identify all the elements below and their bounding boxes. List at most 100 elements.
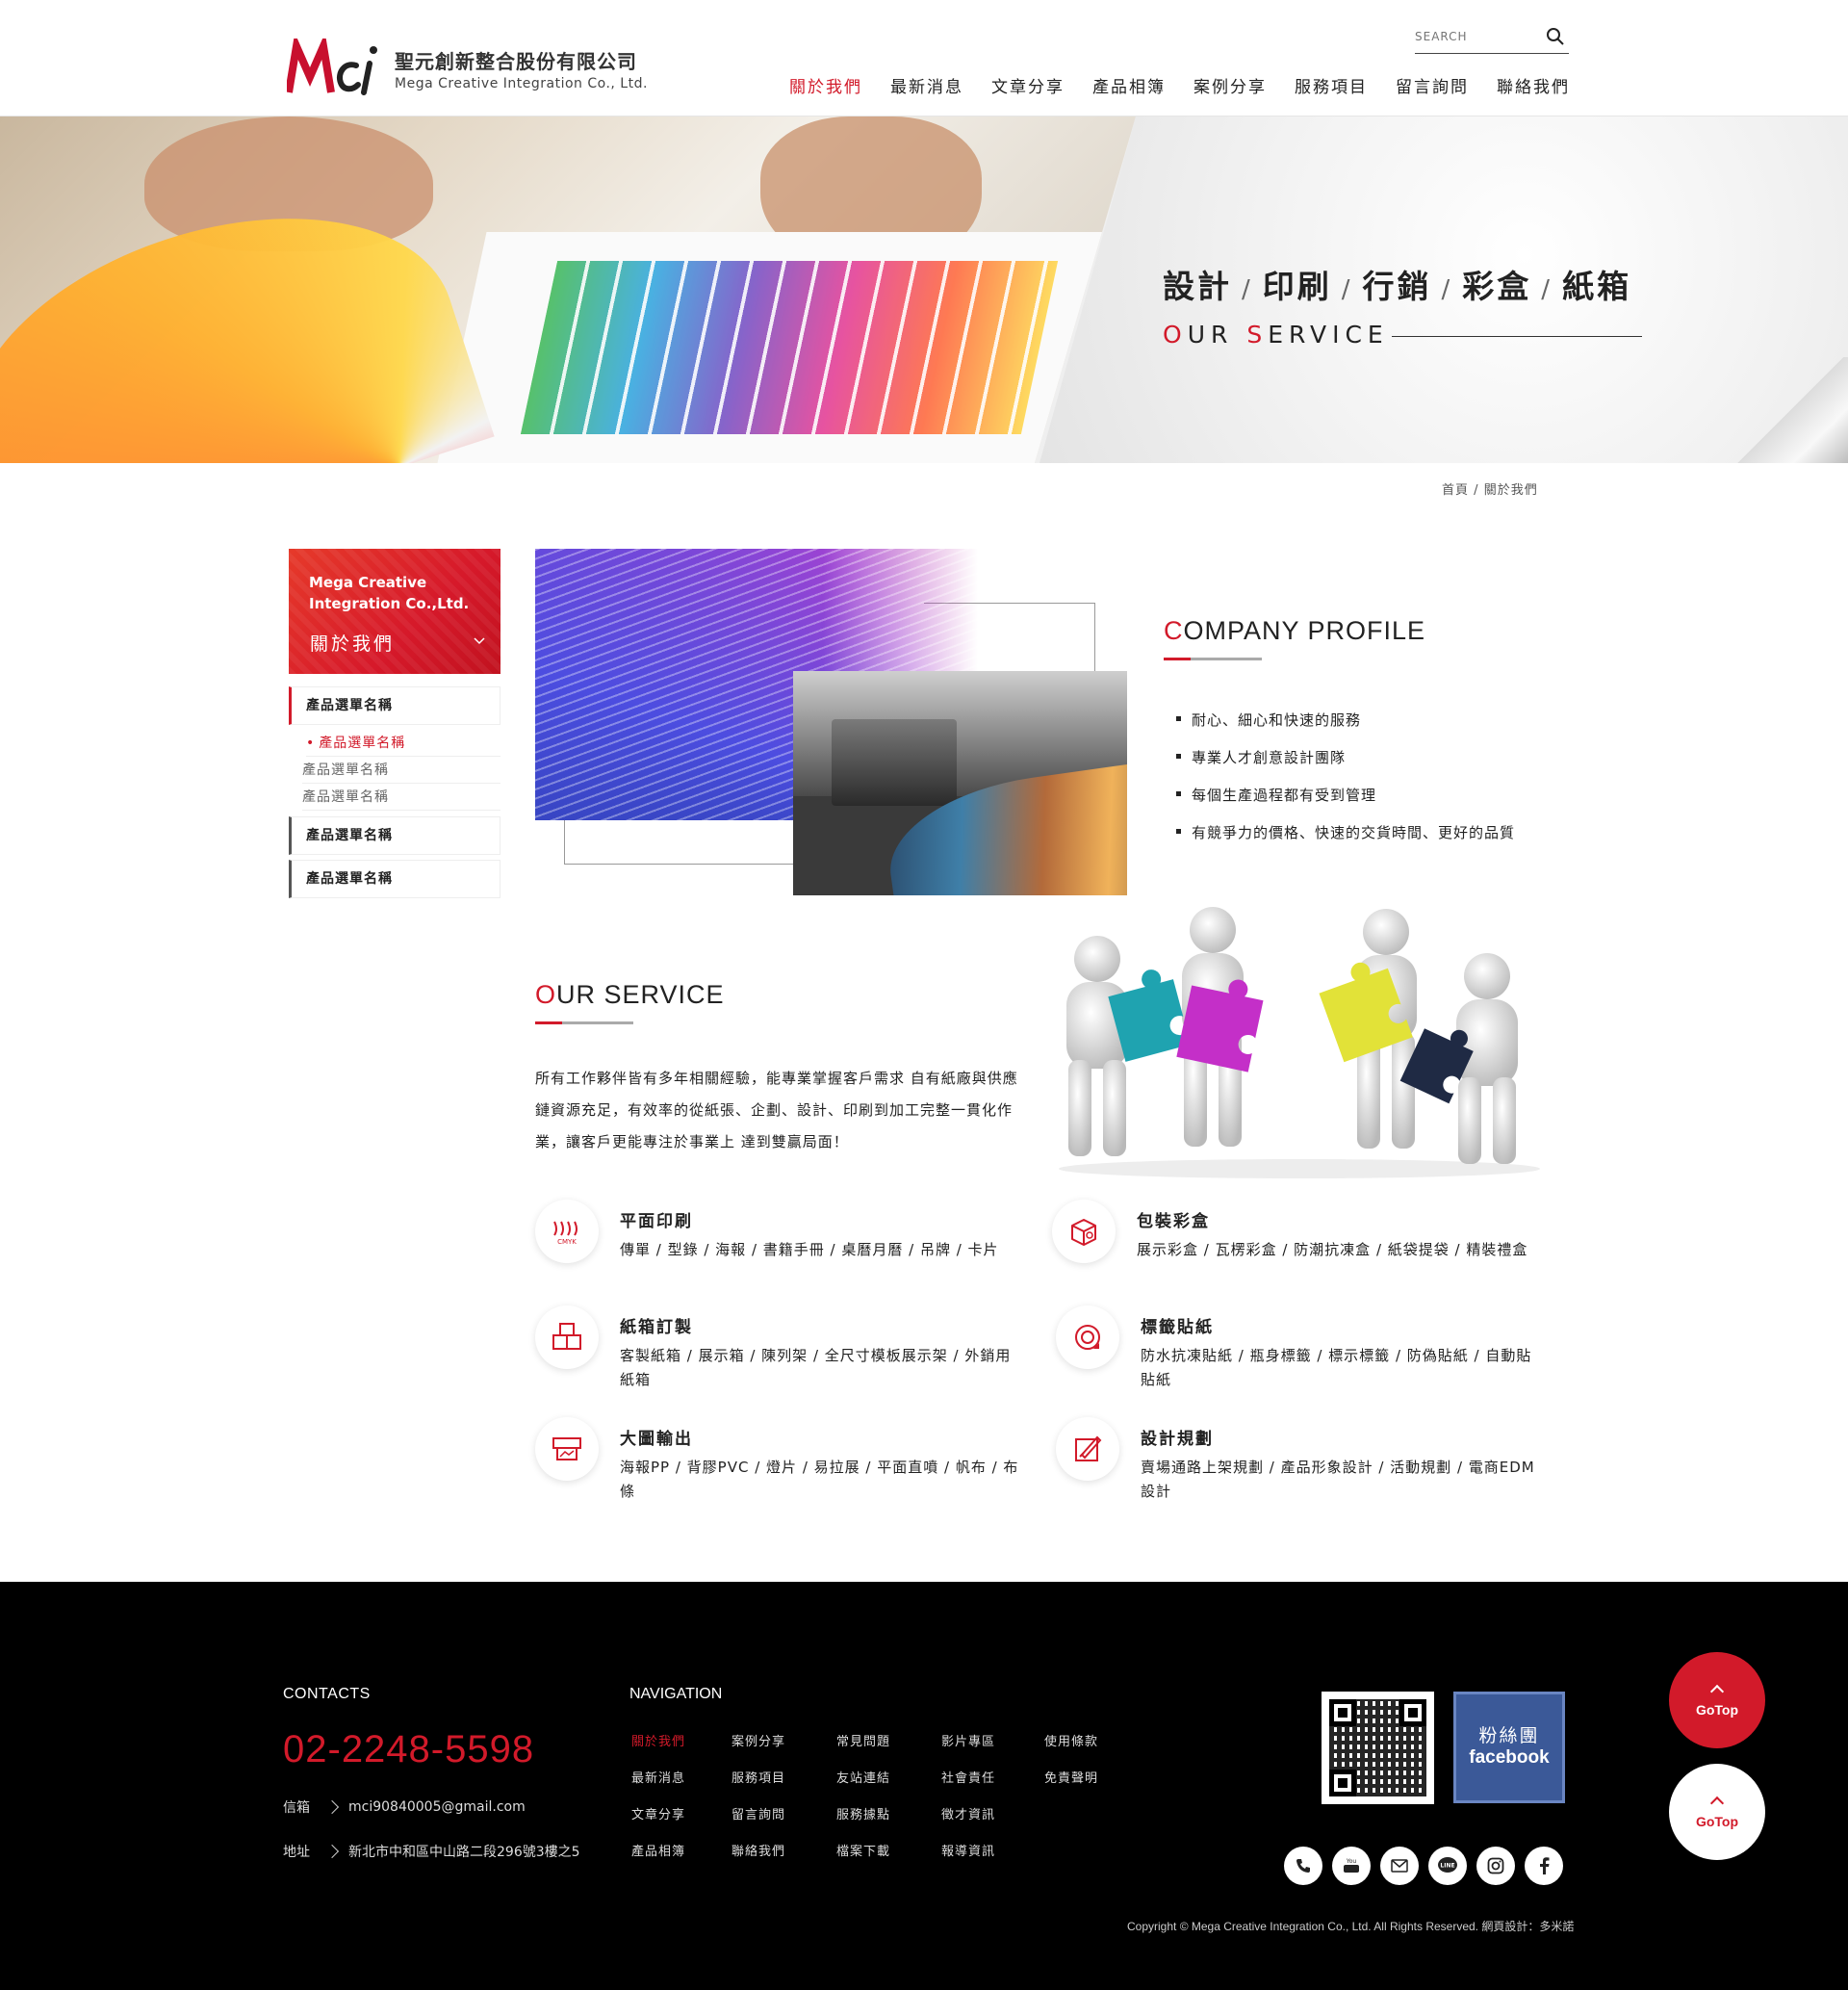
footer-nav-link[interactable]: 服務項目 — [732, 1768, 785, 1786]
service-desc: 展示彩盒 / 瓦楞彩盒 / 防潮抗凍盒 / 紙袋提袋 / 精裝禮盒 — [1137, 1241, 1528, 1258]
footer-nav-link[interactable]: 文章分享 — [631, 1804, 685, 1822]
footer-address: 新北市中和區中山路二段296號3樓之5 — [348, 1845, 580, 1860]
footer-email[interactable]: mci90840005@gmail.com — [348, 1799, 526, 1815]
footer-nav-link[interactable]: 報導資訊 — [941, 1841, 995, 1859]
company-profile-points: 耐心、細心和快速的服務 專業人才創意設計團隊 每個生產過程都有受到管理 有競爭力… — [1176, 710, 1515, 860]
footer-nav-link[interactable]: 徵才資訊 — [941, 1804, 995, 1822]
cmyk-print-icon: CMYK — [535, 1200, 599, 1263]
nav-inquiry[interactable]: 留言詢問 — [1396, 73, 1469, 97]
chevron-right-icon — [324, 1799, 340, 1815]
sidebar-item[interactable]: 產品選單名稱 — [289, 686, 500, 725]
service-title: 包裝彩盒 — [1137, 1212, 1210, 1231]
large-format-printer-image — [793, 671, 1127, 895]
service-desc: 客製紙箱 / 展示箱 / 陳列架 / 全尺寸模板展示架 / 外銷用紙箱 — [620, 1347, 1012, 1388]
main-nav: 關於我們 最新消息 文章分享 產品相簿 案例分享 服務項目 留言詢問 聯絡我們 — [789, 73, 1570, 97]
design-plan-icon — [1056, 1417, 1119, 1481]
nav-cases[interactable]: 案例分享 — [1194, 73, 1267, 97]
footer-nav-link[interactable]: 聯絡我們 — [732, 1841, 785, 1859]
sidebar-subitem[interactable]: 產品選單名稱 — [302, 757, 500, 784]
gotop-button[interactable]: GoTop — [1669, 1652, 1765, 1748]
company-profile-title: COMPANY PROFILE — [1164, 616, 1426, 645]
site-header: 聖元創新整合股份有限公司 Mega Creative Integration C… — [0, 0, 1848, 116]
footer-contacts-title: CONTACTS — [283, 1686, 371, 1702]
chevron-up-icon — [1709, 1684, 1725, 1699]
nav-products[interactable]: 產品相簿 — [1092, 73, 1166, 97]
carton-boxes-icon — [535, 1305, 599, 1369]
footer-nav-link[interactable]: 使用條款 — [1044, 1731, 1098, 1749]
footer-nav-link[interactable]: 留言詢問 — [732, 1804, 785, 1822]
mci-logo-mark — [287, 39, 377, 95]
breadcrumb-home[interactable]: 首頁 — [1442, 483, 1469, 498]
svg-text:LINE: LINE — [1440, 1863, 1454, 1870]
service-title: 設計規劃 — [1141, 1430, 1214, 1449]
facebook-icon[interactable] — [1525, 1847, 1563, 1885]
sidebar-en-title: Mega Creative Integration Co.,Ltd. — [309, 574, 470, 612]
service-title: 標籤貼紙 — [1141, 1318, 1214, 1337]
site-footer: CONTACTS 02-2248-5598 信箱 mci90840005@gma… — [0, 1582, 1848, 1990]
sidebar-header[interactable]: Mega Creative Integration Co.,Ltd. 關於我們 — [289, 549, 500, 674]
breadcrumb: 首頁 / 關於我們 — [1442, 483, 1538, 498]
chevron-up-icon — [1709, 1796, 1725, 1811]
footer-nav-link[interactable]: 關於我們 — [631, 1731, 685, 1749]
search-box — [1415, 23, 1569, 54]
gotop-button[interactable]: GoTop — [1669, 1764, 1765, 1860]
phone-icon[interactable] — [1284, 1847, 1322, 1885]
sidebar: Mega Creative Integration Co.,Ltd. 關於我們 產… — [289, 549, 500, 903]
footer-nav-link[interactable]: 檔案下載 — [836, 1841, 890, 1859]
package-box-icon — [1052, 1200, 1116, 1263]
nav-articles[interactable]: 文章分享 — [991, 73, 1065, 97]
footer-nav-link[interactable]: 服務據點 — [836, 1804, 890, 1822]
sidebar-item[interactable]: 產品選單名稱 — [289, 860, 500, 898]
service-desc: 賣場通路上架規劃 / 產品形象設計 / 活動規劃 / 電商EDM設計 — [1141, 1459, 1535, 1500]
footer-nav-link[interactable]: 免責聲明 — [1044, 1768, 1098, 1786]
nav-contact[interactable]: 聯絡我們 — [1497, 73, 1570, 97]
footer-nav-link[interactable]: 社會責任 — [941, 1768, 995, 1786]
profile-point: 每個生產過程都有受到管理 — [1176, 785, 1515, 822]
footer-nav-link[interactable]: 最新消息 — [631, 1768, 685, 1786]
label-sticker-icon — [1056, 1305, 1119, 1369]
footer-nav-link[interactable]: 產品相簿 — [631, 1841, 685, 1859]
large-print-icon — [535, 1417, 599, 1481]
profile-point: 耐心、細心和快速的服務 — [1176, 710, 1515, 747]
nav-services[interactable]: 服務項目 — [1295, 73, 1368, 97]
our-service-title: OUR SERVICE — [535, 980, 725, 1009]
decorative-frame — [564, 820, 793, 865]
search-input[interactable] — [1415, 23, 1540, 50]
footer-address-row: 地址 新北市中和區中山路二段296號3樓之5 — [283, 1842, 580, 1861]
profile-point: 專業人才創意設計團隊 — [1176, 747, 1515, 785]
nav-about[interactable]: 關於我們 — [789, 73, 862, 97]
hero-banner: 設計 / 印刷 / 行銷 / 彩盒 / 紙箱 OUR SERVICE — [0, 116, 1848, 463]
breadcrumb-current: 關於我們 — [1483, 483, 1538, 498]
footer-nav-link[interactable]: 案例分享 — [732, 1731, 785, 1749]
footer-phone[interactable]: 02-2248-5598 — [283, 1728, 534, 1771]
our-service-text: 所有工作夥伴皆有多年相關經驗，能專業掌握客戶需求 自有紙廠與供應鏈資源充足，有效… — [535, 1070, 1018, 1150]
nav-news[interactable]: 最新消息 — [890, 73, 963, 97]
youtube-icon[interactable]: You — [1332, 1847, 1371, 1885]
search-icon[interactable] — [1546, 27, 1565, 46]
social-links: You LINE — [1284, 1847, 1573, 1885]
svg-text:CMYK: CMYK — [557, 1238, 577, 1245]
footer-nav-link[interactable]: 友站連結 — [836, 1768, 890, 1786]
instagram-icon[interactable] — [1476, 1847, 1515, 1885]
chevron-down-icon — [474, 637, 485, 645]
banner-divider — [1392, 336, 1642, 337]
banner-subtitle: OUR SERVICE — [1163, 321, 1389, 349]
qr-code — [1322, 1692, 1434, 1804]
footer-nav-link[interactable]: 常見問題 — [836, 1731, 890, 1749]
facebook-fanpage-button[interactable]: 粉絲團 facebook — [1453, 1692, 1565, 1803]
footer-nav-link[interactable]: 影片專區 — [941, 1731, 995, 1749]
email-label: 信箱 — [283, 1800, 310, 1816]
service-desc: 防水抗凍貼紙 / 瓶身標籤 / 標示標籤 / 防偽貼紙 / 自動貼貼紙 — [1141, 1347, 1532, 1388]
mail-icon[interactable] — [1380, 1847, 1419, 1885]
service-title: 紙箱訂製 — [620, 1318, 693, 1337]
footer-email-row: 信箱 mci90840005@gmail.com — [283, 1797, 526, 1817]
service-desc: 海報PP / 背膠PVC / 燈片 / 易拉展 / 平面直噴 / 帆布 / 布條 — [620, 1459, 1019, 1500]
sidebar-subitem[interactable]: 產品選單名稱 — [302, 784, 500, 811]
sidebar-subitem[interactable]: 產品選單名稱 — [306, 730, 500, 757]
site-logo[interactable]: 聖元創新整合股份有限公司 Mega Creative Integration C… — [287, 39, 648, 98]
sidebar-submenu: 產品選單名稱 產品選單名稱 產品選單名稱 — [289, 730, 500, 811]
service-desc: 傳單 / 型錄 / 海報 / 書籍手冊 / 桌曆月曆 / 吊牌 / 卡片 — [620, 1241, 999, 1258]
footer-nav-title: NAVIGATION — [629, 1686, 723, 1702]
sidebar-item[interactable]: 產品選單名稱 — [289, 816, 500, 855]
line-icon[interactable]: LINE — [1428, 1847, 1467, 1885]
